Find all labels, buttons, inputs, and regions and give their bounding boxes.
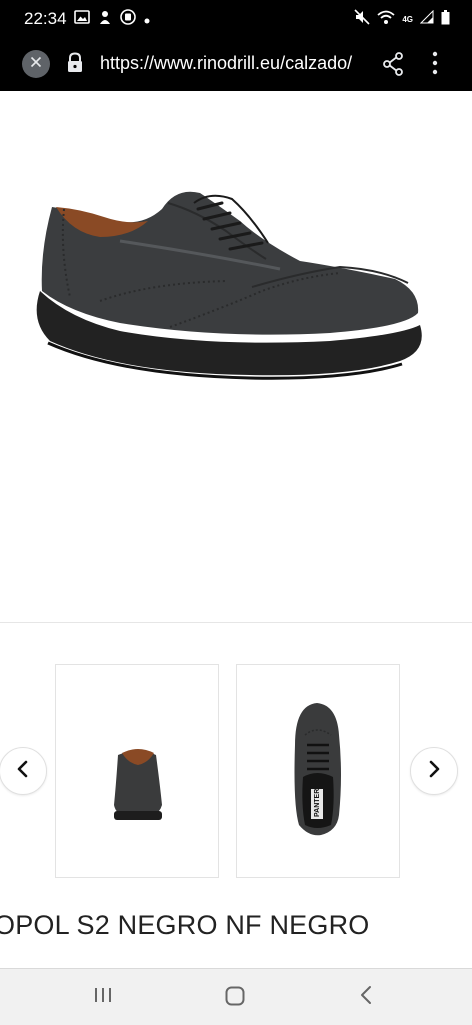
product-title: OPOL S2 NEGRO NF NEGRO	[0, 910, 370, 940]
carousel-prev-button[interactable]	[0, 747, 47, 795]
status-time: 22:34	[24, 9, 67, 28]
home-icon[interactable]	[224, 985, 246, 1012]
system-nav-bar	[0, 968, 472, 1025]
shoe-back-image	[114, 749, 162, 820]
status-bar: 22:34 4G	[0, 0, 472, 36]
signal-icon	[419, 9, 434, 29]
notification-icons	[74, 9, 150, 30]
shoe-side-view	[36, 191, 422, 380]
more-vert-icon[interactable]	[428, 50, 442, 81]
close-tab-button[interactable]	[22, 50, 50, 78]
thumbnail-top-view[interactable]: PANTER	[236, 664, 400, 878]
sync-notification-icon	[120, 9, 136, 30]
share-icon[interactable]	[382, 52, 404, 81]
recents-icon[interactable]	[92, 985, 114, 1010]
section-divider	[0, 622, 472, 623]
url-bar[interactable]: https://www.rinodrill.eu/calzado/	[100, 53, 368, 74]
system-icons: 4G	[354, 9, 450, 30]
dot-icon	[144, 11, 150, 29]
chevron-left-icon	[16, 760, 30, 783]
thumbnail-back-view[interactable]	[55, 664, 219, 878]
wifi-icon	[377, 10, 395, 30]
gallery-notification-icon	[74, 10, 90, 29]
shoe-top-image: PANTER	[294, 703, 341, 836]
carousel-next-button[interactable]	[410, 747, 458, 795]
back-icon[interactable]	[358, 985, 374, 1010]
product-main-image[interactable]	[0, 91, 472, 621]
lock-icon[interactable]	[66, 52, 84, 79]
network-type: 4G	[402, 15, 413, 24]
browser-toolbar: https://www.rinodrill.eu/calzado/	[0, 36, 472, 91]
close-icon	[30, 55, 42, 73]
mute-icon	[354, 9, 370, 30]
thumb-logo-text: PANTER	[314, 789, 321, 817]
battery-icon	[441, 9, 450, 30]
chevron-right-icon	[427, 760, 441, 783]
app-notification-icon	[98, 10, 112, 30]
